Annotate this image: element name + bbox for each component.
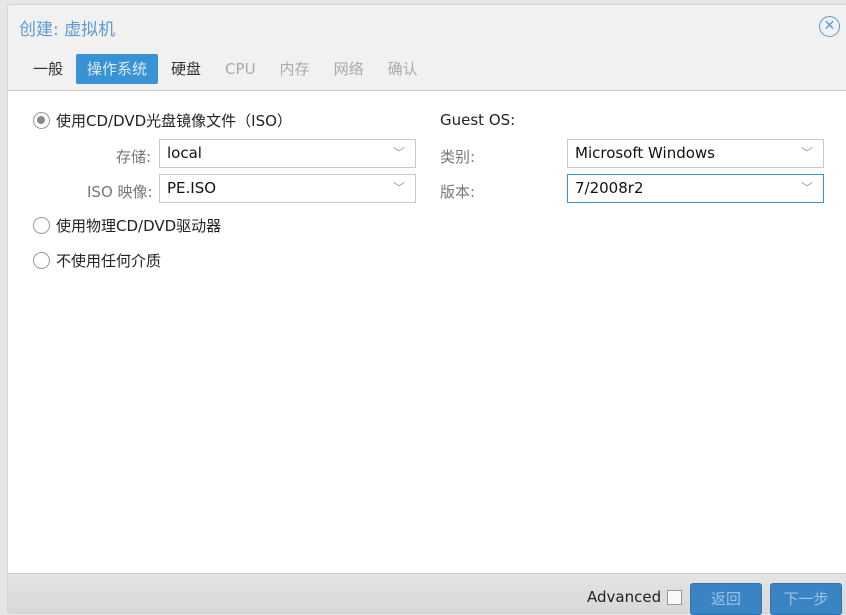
tab-network[interactable]: 网络 [323,54,375,84]
tab-disk[interactable]: 硬盘 [160,54,212,84]
type-label: 类别: [440,148,476,166]
tab-bar: 一般 操作系统 硬盘 CPU 内存 网络 确认 [22,54,431,84]
chevron-down-icon[interactable]: ﹀ [393,175,405,202]
iso-label: ISO 映像: [87,183,153,201]
iso-value: PE.ISO [167,179,217,197]
os-type-select[interactable]: Microsoft Windows ﹀ [567,139,824,168]
advanced-checkbox[interactable] [667,589,683,605]
chevron-down-icon[interactable]: ﹀ [801,175,813,202]
chevron-down-icon[interactable]: ﹀ [393,140,405,167]
radio-unchecked-icon[interactable] [33,252,50,269]
dialog-title: 创建: 虚拟机 [19,20,116,40]
radio-use-iso[interactable]: 使用CD/DVD光盘镜像文件（ISO） [33,110,292,131]
dialog-footer: Advanced 返回 下一步 [8,573,846,615]
radio-unchecked-icon[interactable] [33,217,50,234]
os-version-select[interactable]: 7/2008r2 ﹀ [567,174,824,203]
tab-cpu[interactable]: CPU [214,54,267,84]
os-version-value: 7/2008r2 [575,179,644,197]
advanced-label: Advanced [587,588,662,606]
close-icon[interactable]: ✕ [819,16,840,37]
storage-select[interactable]: local ﹀ [159,139,416,168]
storage-label: 存储: [116,148,152,166]
iso-select[interactable]: PE.ISO ﹀ [159,174,416,203]
radio-label: 不使用任何介质 [56,252,162,270]
guest-os-heading: Guest OS: [440,111,516,129]
radio-physical-drive[interactable]: 使用物理CD/DVD驱动器 [33,215,221,236]
create-vm-dialog: 创建: 虚拟机 ✕ 一般 操作系统 硬盘 CPU 内存 网络 确认 使用CD/D… [7,4,846,615]
storage-value: local [167,144,202,162]
radio-label: 使用物理CD/DVD驱动器 [56,217,222,235]
tab-os[interactable]: 操作系统 [76,54,159,84]
tab-confirm[interactable]: 确认 [377,54,429,84]
radio-checked-icon[interactable] [33,112,50,129]
os-panel: 使用CD/DVD光盘镜像文件（ISO） 存储: local ﹀ ISO 映像: P… [8,90,846,573]
radio-label: 使用CD/DVD光盘镜像文件（ISO） [56,112,292,130]
tab-memory[interactable]: 内存 [269,54,321,84]
radio-no-media[interactable]: 不使用任何介质 [33,250,161,271]
back-button[interactable]: 返回 [690,583,762,615]
version-label: 版本: [440,183,476,201]
chevron-down-icon[interactable]: ﹀ [801,140,813,167]
tab-general[interactable]: 一般 [22,54,74,84]
next-button[interactable]: 下一步 [770,583,842,615]
os-type-value: Microsoft Windows [575,144,715,162]
advanced-toggle[interactable]: Advanced [587,588,683,606]
